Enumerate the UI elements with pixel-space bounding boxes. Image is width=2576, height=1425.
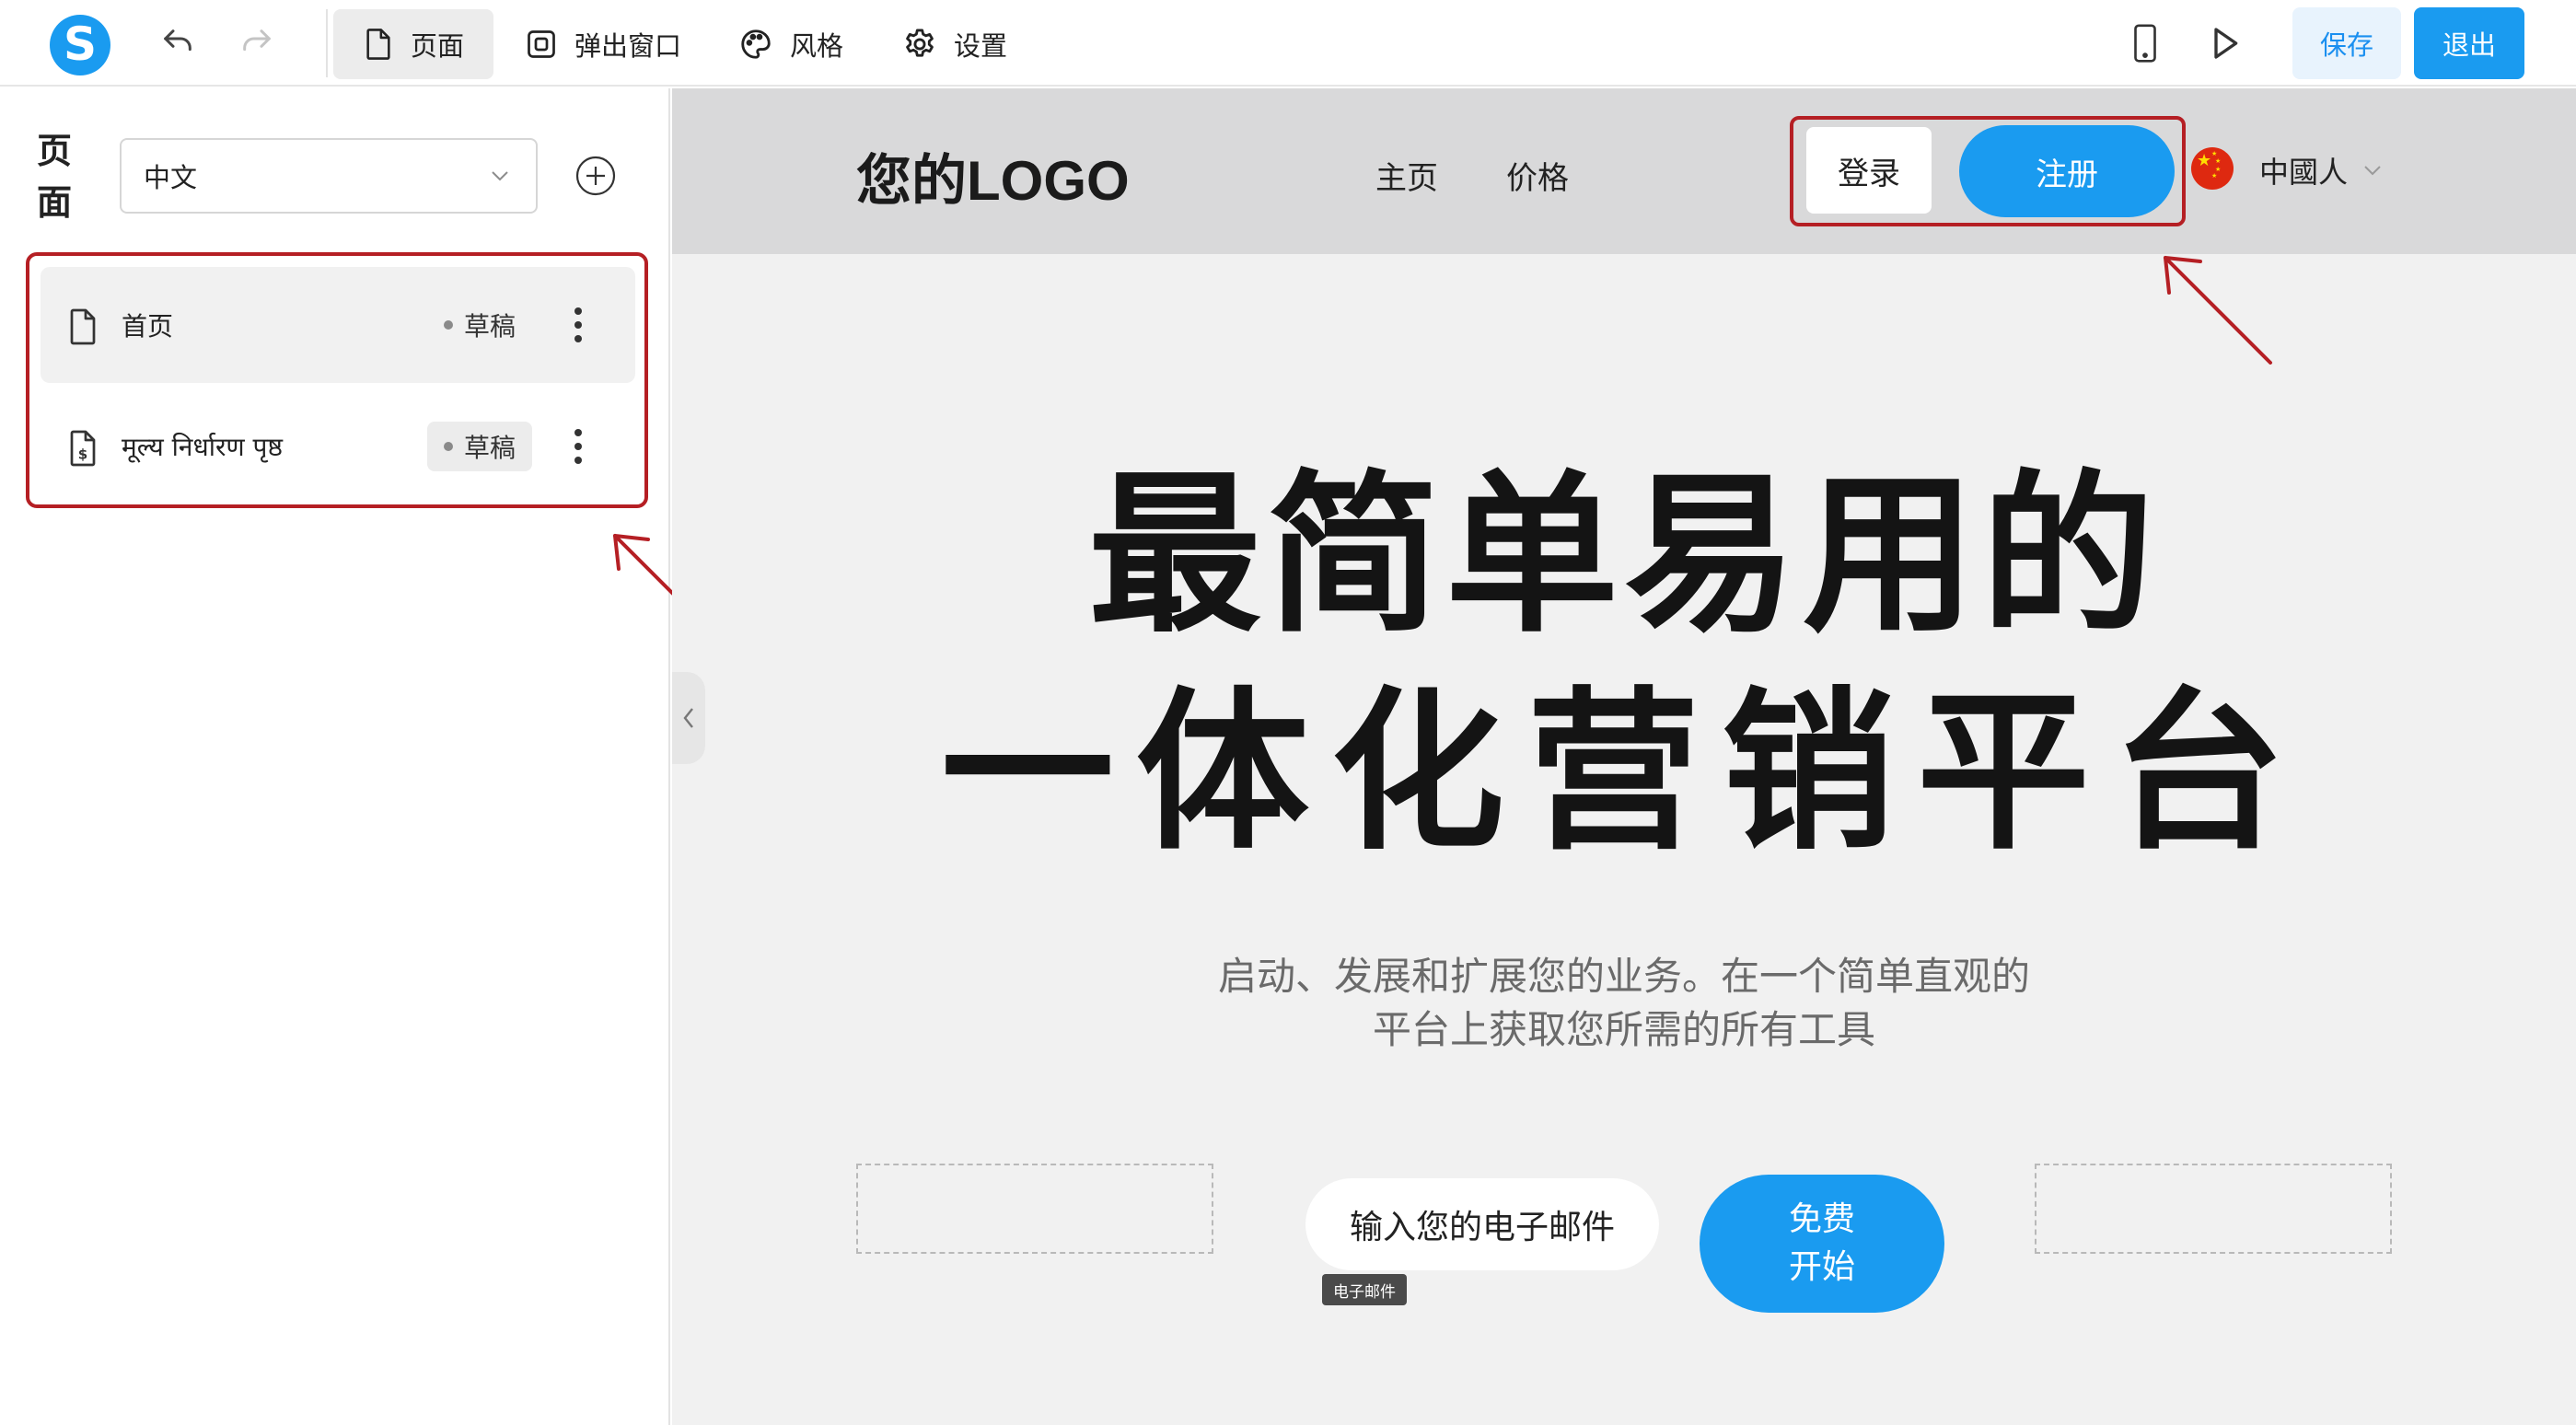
language-select-value: 中文 [144, 162, 198, 193]
play-preview-icon[interactable] [2202, 20, 2248, 66]
site-language-switch[interactable]: 中國人 [2259, 149, 2383, 191]
palette-icon [741, 29, 771, 59]
status-badge-label: 草稿 [464, 311, 516, 342]
status-badge: 草稿 [427, 300, 532, 350]
page-item-label: मूल्य निर्धारण पृष्ठ [122, 432, 283, 462]
tab-pages-label: 页面 [411, 30, 465, 62]
empty-placeholder-left[interactable] [856, 1164, 1213, 1254]
tab-style-label: 风格 [790, 30, 844, 62]
svg-text:$: $ [78, 446, 87, 462]
site-logo[interactable]: 您的LOGO [856, 136, 1130, 216]
tab-popups-label: 弹出窗口 [574, 30, 682, 62]
signup-button[interactable]: 注册 [1959, 125, 2175, 217]
chevron-down-icon [492, 171, 508, 181]
mobile-preview-icon[interactable] [2122, 20, 2168, 66]
hero-title: 最简单易用的 一体化营销平台 [672, 447, 2576, 882]
more-options-icon[interactable] [569, 302, 587, 348]
nav-link-home[interactable]: 主页 [1375, 153, 1438, 198]
redo-icon[interactable] [234, 20, 280, 66]
page-item-pricing[interactable]: $ मूल्य निर्धारण पृष्ठ 草稿 [41, 388, 635, 504]
hero-title-line2: 一体化营销平台 [941, 672, 2307, 874]
save-button[interactable]: 保存 [2292, 7, 2401, 79]
cta-line1: 免费 [1788, 1200, 1855, 1238]
status-dot [444, 442, 453, 451]
dollar-page-icon: $ [70, 430, 96, 467]
hero-subtitle-line2: 平台上获取您所需的所有工具 [1372, 1007, 1875, 1052]
top-toolbar: S 页面 弹出窗口 风格 设置 保存 退出 [0, 0, 2576, 87]
status-badge: 草稿 [427, 422, 533, 471]
gear-icon [906, 29, 934, 57]
status-badge-label: 草稿 [464, 433, 516, 463]
app-logo[interactable]: S [50, 15, 110, 75]
annotation-arrow [2164, 256, 2272, 365]
toolbar-divider [326, 9, 328, 77]
page-icon [70, 308, 96, 345]
tab-settings-label: 设置 [954, 30, 1008, 62]
tab-pages[interactable]: 页面 [333, 9, 494, 79]
hero-subtitle-line1: 启动、发展和扩展您的业务。在一个简单直观的 [1217, 954, 2030, 999]
page-list: 首页 草稿 $ मूल्य निर्धारण पृष्ठ 草稿 [26, 252, 648, 508]
email-field-tag: 电子邮件 [1322, 1274, 1407, 1305]
email-input[interactable]: 输入您的电子邮件 [1305, 1178, 1659, 1270]
empty-placeholder-right[interactable] [2035, 1164, 2392, 1254]
hero-subtitle: 启动、发展和扩展您的业务。在一个简单直观的 平台上获取您所需的所有工具 [672, 950, 2576, 1057]
add-page-icon[interactable] [574, 155, 617, 197]
exit-button[interactable]: 退出 [2414, 7, 2524, 79]
more-options-icon[interactable] [569, 423, 587, 469]
language-select[interactable]: 中文 [120, 138, 538, 214]
page-item-label: 首页 [122, 311, 174, 342]
site-language-label: 中國人 [2259, 155, 2349, 190]
chevron-down-icon [2364, 166, 2381, 176]
undo-icon[interactable] [155, 20, 201, 66]
china-flag-icon: ★ ★ ★ ★ ★ [2191, 147, 2234, 190]
popup-icon [528, 30, 555, 58]
nav-link-pricing[interactable]: 价格 [1506, 153, 1569, 198]
tab-style[interactable]: 风格 [709, 9, 873, 79]
pages-sidebar: 页面 中文 首页 草稿 $ मूल्य निर्धारण पृष्ठ 草稿 [0, 88, 705, 1425]
status-dot [444, 320, 453, 330]
tab-popups[interactable]: 弹出窗口 [495, 9, 711, 79]
tab-settings[interactable]: 设置 [873, 9, 1037, 79]
sidebar-title: 页面 [37, 131, 73, 223]
page-item-home[interactable]: 首页 草稿 [41, 267, 635, 383]
login-button[interactable]: 登录 [1806, 127, 1932, 214]
page-preview-canvas: 您的LOGO 主页 价格 登录 注册 ★ ★ ★ ★ ★ 中國人 最简单易用的 … [672, 88, 2576, 1425]
page-icon [366, 29, 390, 60]
start-free-button[interactable]: 免费 开始 [1700, 1175, 1944, 1313]
cta-line2: 开始 [1788, 1248, 1855, 1286]
hero-title-line1: 最简单易用的 [1088, 455, 2160, 656]
site-header: 您的LOGO 主页 价格 登录 注册 ★ ★ ★ ★ ★ 中國人 [672, 88, 2576, 254]
